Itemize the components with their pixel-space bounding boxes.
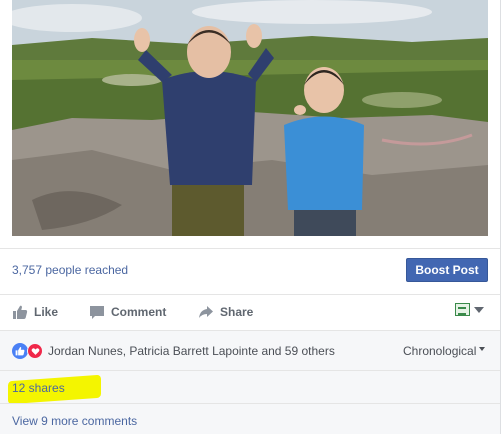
- people-reached-link[interactable]: 3,757 people reached: [12, 263, 128, 277]
- share-label: Share: [220, 305, 254, 319]
- thumbs-up-icon: [12, 304, 28, 320]
- boost-post-button[interactable]: Boost Post: [406, 258, 488, 282]
- audience-selector[interactable]: [455, 303, 484, 316]
- comment-button[interactable]: Comment: [89, 304, 166, 320]
- like-label: Like: [34, 305, 59, 319]
- reach-row: 3,757 people reached Boost Post: [0, 248, 500, 294]
- comment-sort-dropdown[interactable]: Chronological: [403, 344, 486, 358]
- chevron-down-icon: [474, 306, 484, 313]
- post-photo[interactable]: [12, 0, 488, 236]
- photo-illustration: [12, 0, 488, 236]
- comment-icon: [89, 304, 105, 320]
- reactions-summary-row: Jordan Nunes, Patricia Barrett Lapointe …: [0, 330, 500, 370]
- like-reaction-icon: [12, 343, 28, 359]
- love-reaction-icon: [27, 343, 43, 359]
- share-arrow-icon: [198, 304, 214, 320]
- reaction-icons[interactable]: [12, 343, 43, 359]
- view-more-comments-row: View 9 more comments: [0, 403, 500, 434]
- audience-selector-icon: [455, 303, 470, 316]
- comment-sort-label: Chronological: [403, 344, 477, 358]
- caret-down-icon: [479, 347, 486, 351]
- reaction-names-link[interactable]: Jordan Nunes, Patricia Barrett Lapointe …: [48, 344, 335, 358]
- like-button[interactable]: Like: [12, 304, 58, 320]
- post-card: 3,757 people reached Boost Post Like Com…: [0, 0, 501, 434]
- view-more-comments-link[interactable]: View 9 more comments: [12, 414, 137, 428]
- comment-label: Comment: [111, 305, 167, 319]
- share-button[interactable]: Share: [198, 304, 253, 320]
- post-actions-bar: Like Comment Share: [0, 294, 500, 330]
- shares-count-link[interactable]: 12 shares: [12, 381, 65, 395]
- shares-row: 12 shares: [0, 370, 500, 405]
